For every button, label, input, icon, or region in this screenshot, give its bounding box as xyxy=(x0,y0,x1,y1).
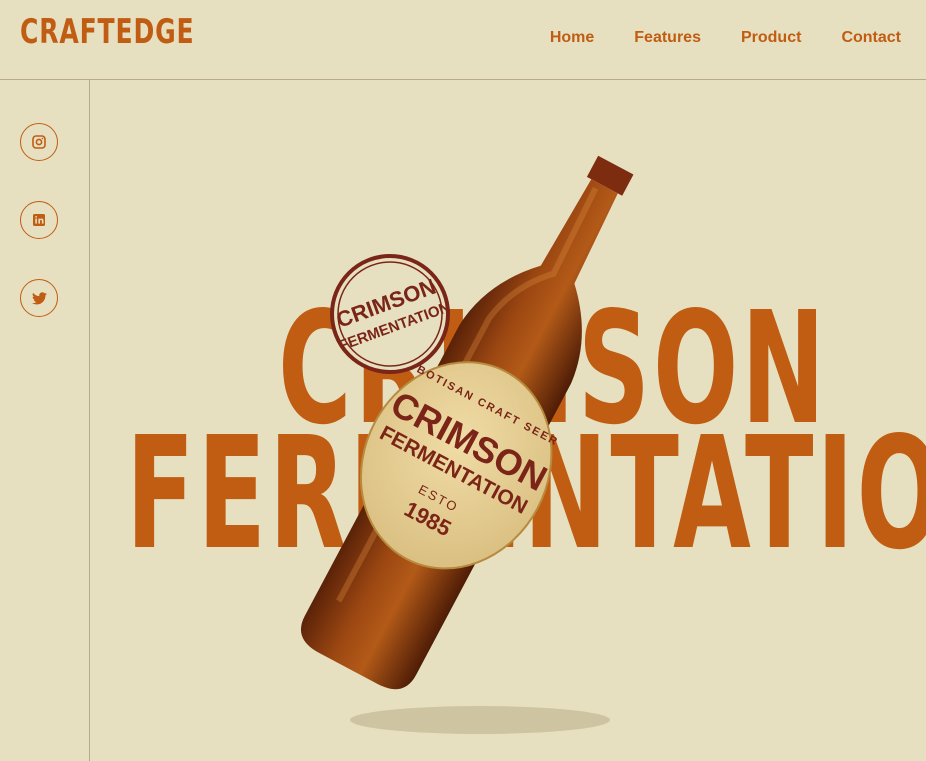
linkedin-icon xyxy=(33,214,45,226)
linkedin-button[interactable] xyxy=(20,201,58,239)
nav-contact[interactable]: Contact xyxy=(841,29,901,47)
beer-bottle-image: BOTISAN CRAFT SEER CRIMSON FERMENTATION … xyxy=(301,155,634,734)
social-sidebar xyxy=(0,80,90,761)
instagram-button[interactable] xyxy=(20,123,58,161)
logo[interactable]: CRAFTEDGE xyxy=(20,12,194,52)
nav-product[interactable]: Product xyxy=(741,29,801,47)
bottle-shadow xyxy=(350,706,610,734)
twitter-icon xyxy=(31,291,47,304)
twitter-button[interactable] xyxy=(20,279,58,317)
nav-home[interactable]: Home xyxy=(550,29,594,47)
main-nav: Home Features Product Contact xyxy=(510,29,901,47)
nav-features[interactable]: Features xyxy=(634,29,701,47)
header: CRAFTEDGE Home Features Product Contact xyxy=(0,0,926,80)
instagram-icon xyxy=(32,135,46,149)
